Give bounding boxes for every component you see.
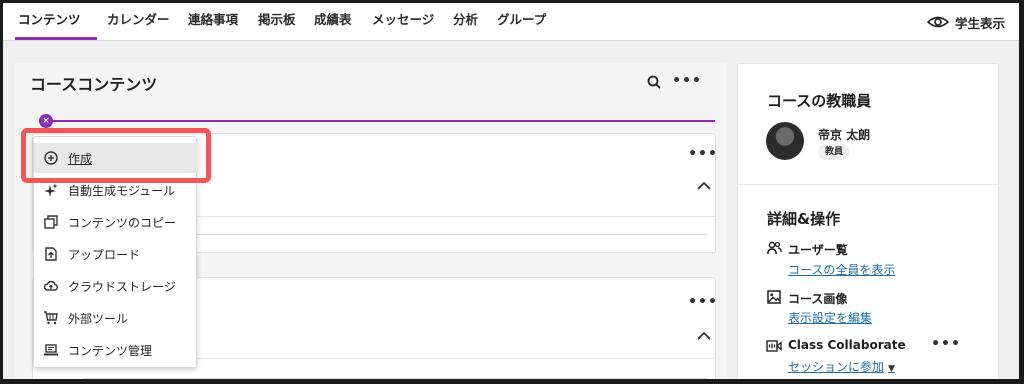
- more-icon: •••: [688, 294, 718, 310]
- tab-announcements[interactable]: 連絡事項: [188, 3, 238, 41]
- faculty-heading: コースの教職員: [767, 92, 872, 110]
- details-heading: 詳細&操作: [767, 210, 841, 228]
- tab-groups[interactable]: グループ: [497, 3, 546, 41]
- collaborate-more-button[interactable]: •••: [931, 336, 960, 352]
- users-icon: [766, 240, 782, 256]
- more-icon: •••: [688, 146, 718, 162]
- collaborate-icon: [766, 338, 782, 354]
- card-row-line: [83, 378, 707, 379]
- laptop-icon: [44, 343, 58, 357]
- menu-item-label: 自動生成モジュール: [68, 183, 176, 198]
- search-button[interactable]: [645, 73, 663, 91]
- more-icon: •••: [672, 73, 702, 89]
- collaborate-join-link[interactable]: セッションに参加 ▼: [788, 358, 895, 375]
- menu-item-label: コンテンツのコピー: [68, 215, 177, 230]
- app-frame: コンテンツ カレンダー 連絡事項 掲示板 成績表 メッセージ 分析 グループ 学…: [3, 3, 1019, 379]
- image-icon: [766, 289, 782, 305]
- course-details-sidebar: コースの教職員 帝京 太朗 教員 詳細&操作 ユーザー覧 コースの全員を表示 コ…: [737, 63, 999, 379]
- top-navigation: コンテンツ カレンダー 連絡事項 掲示板 成績表 メッセージ 分析 グループ 学…: [3, 3, 1019, 41]
- tab-messages[interactable]: メッセージ: [372, 3, 434, 41]
- chevron-down-icon[interactable]: ▼: [888, 364, 895, 374]
- course-image-link[interactable]: 表示設定を編集: [788, 309, 872, 326]
- search-icon: [647, 75, 661, 89]
- tab-analytics[interactable]: 分析: [453, 3, 478, 41]
- collaborate-join-label: セッションに参加: [788, 360, 885, 374]
- cart-icon: [44, 311, 58, 325]
- menu-item-cloud-storage[interactable]: クラウドストレージ: [34, 271, 198, 301]
- tab-calendar[interactable]: カレンダー: [107, 3, 170, 41]
- item-more-button[interactable]: •••: [688, 292, 717, 312]
- copy-icon: [44, 215, 58, 229]
- menu-item-copy-content[interactable]: コンテンツのコピー: [34, 207, 198, 237]
- menu-item-label: 外部ツール: [68, 311, 129, 326]
- avatar[interactable]: [766, 122, 804, 160]
- collaborate-title: Class Collaborate: [788, 338, 906, 352]
- sparkle-icon: [44, 183, 58, 197]
- course-image-title: コース画像: [788, 292, 848, 306]
- student-preview-button[interactable]: 学生表示: [926, 3, 1005, 41]
- roster-link[interactable]: コースの全員を表示: [788, 261, 895, 278]
- cloud-icon: [44, 279, 58, 293]
- sidebar-divider: [738, 184, 998, 185]
- more-icon: •••: [931, 336, 961, 352]
- add-content-line: [51, 120, 715, 122]
- menu-item-label: クラウドストレージ: [68, 279, 176, 294]
- chevron-up-icon[interactable]: [697, 178, 711, 194]
- highlight-annotation: [21, 128, 211, 183]
- item-more-button[interactable]: •••: [688, 144, 717, 164]
- chevron-up-icon[interactable]: [697, 328, 711, 344]
- page-title: コースコンテンツ: [30, 75, 158, 94]
- role-badge: 教員: [818, 144, 851, 160]
- menu-item-label: コンテンツ管理: [68, 343, 153, 358]
- instructor-name[interactable]: 帝京 太朗: [818, 126, 870, 143]
- menu-item-external-tools[interactable]: 外部ツール: [34, 303, 198, 333]
- more-options-button[interactable]: •••: [672, 71, 701, 91]
- tab-discussions[interactable]: 掲示板: [258, 3, 296, 41]
- roster-title: ユーザー覧: [788, 243, 848, 257]
- menu-item-label: アップロード: [68, 247, 141, 262]
- menu-item-content-management[interactable]: コンテンツ管理: [34, 335, 198, 365]
- tab-gradebook[interactable]: 成績表: [314, 3, 352, 41]
- menu-item-upload[interactable]: アップロード: [34, 239, 198, 269]
- eye-icon: [926, 15, 949, 29]
- upload-icon: [44, 247, 58, 261]
- close-add-menu-button[interactable]: ×: [39, 114, 53, 128]
- tab-content[interactable]: コンテンツ: [18, 3, 81, 41]
- active-tab-indicator: [15, 37, 97, 40]
- student-preview-label: 学生表示: [954, 15, 1005, 31]
